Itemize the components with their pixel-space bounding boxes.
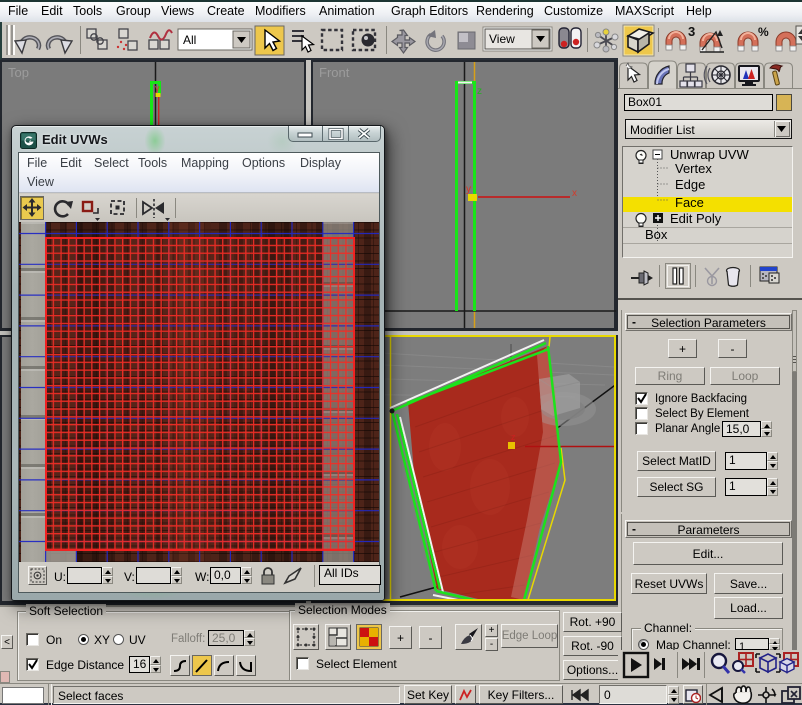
svg-text:All: All [183,33,196,47]
svg-text:3: 3 [688,24,695,39]
svg-text:Edit Poly: Edit Poly [670,211,722,226]
svg-text:x: x [572,188,577,199]
svg-text:Face: Face [675,195,704,210]
svg-text:Box: Box [645,227,668,242]
svg-text:%: % [758,25,769,39]
svg-text:z: z [511,432,516,442]
svg-text:Unwrap UVW: Unwrap UVW [670,147,749,162]
svg-text:Edge: Edge [675,177,705,192]
svg-text:View: View [489,32,515,46]
svg-text:Vertex: Vertex [675,161,712,176]
svg-text:z: z [477,86,482,97]
svg-text:y: y [466,184,471,195]
svg-text:y: y [155,83,160,93]
